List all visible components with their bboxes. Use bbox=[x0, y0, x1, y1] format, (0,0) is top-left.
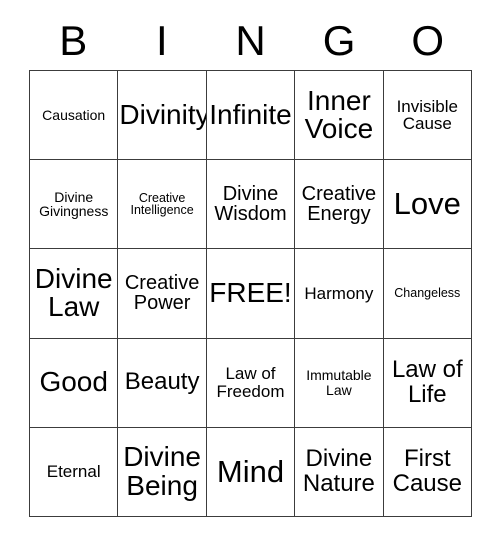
bingo-cell-label: Creative Energy bbox=[301, 182, 377, 226]
bingo-header-letter-b: B bbox=[59, 17, 88, 64]
bingo-cell-r5c1[interactable]: Eternal bbox=[30, 427, 119, 517]
bingo-cell-r3c4[interactable]: Harmony bbox=[295, 249, 384, 339]
bingo-cell-label: Inner Voice bbox=[304, 84, 374, 145]
bingo-cell-label: Causation bbox=[42, 106, 106, 123]
bingo-cell-r5c3[interactable]: Mind bbox=[206, 427, 296, 517]
bingo-cell-label: Divine Being bbox=[123, 441, 201, 501]
bingo-card: B I N G O Causation Divinity Infinite In… bbox=[0, 0, 500, 544]
bingo-cell-r2c1[interactable]: Divine Givingness bbox=[30, 160, 119, 250]
bingo-cell-label: Harmony bbox=[304, 283, 374, 303]
bingo-cell-label: Mind bbox=[216, 454, 285, 490]
bingo-cell-r4c2[interactable]: Beauty bbox=[118, 338, 207, 428]
bingo-cell-free-space[interactable]: FREE! bbox=[206, 249, 296, 339]
bingo-cell-r3c1[interactable]: Divine Law bbox=[30, 249, 119, 339]
bingo-cell-label: First Cause bbox=[392, 445, 462, 497]
bingo-cell-label: Beauty bbox=[124, 368, 200, 396]
bingo-cell-label: Law of Life bbox=[391, 356, 463, 408]
bingo-cell-r3c2[interactable]: Creative Power bbox=[118, 249, 207, 339]
bingo-header-row: B I N G O bbox=[29, 14, 472, 68]
bingo-grid: Causation Divinity Infinite Inner Voice … bbox=[29, 70, 472, 517]
bingo-cell-r1c3[interactable]: Infinite bbox=[206, 71, 296, 161]
bingo-cell-label: Creative Intelligence bbox=[130, 190, 194, 218]
bingo-cell-r5c5[interactable]: First Cause bbox=[383, 427, 472, 517]
bingo-cell-label: Creative Power bbox=[124, 272, 200, 315]
bingo-cell-label: Changeless bbox=[394, 286, 461, 301]
bingo-cell-label: Love bbox=[393, 186, 461, 222]
bingo-cell-r5c4[interactable]: Divine Nature bbox=[295, 427, 384, 517]
bingo-cell-label: Divine Givingness bbox=[39, 189, 109, 220]
bingo-cell-r2c3[interactable]: Divine Wisdom bbox=[206, 160, 296, 250]
bingo-header-letter-o: O bbox=[411, 17, 444, 64]
bingo-header-letter-g: G bbox=[322, 17, 356, 64]
bingo-cell-label: Infinite bbox=[209, 98, 292, 130]
bingo-cell-r4c5[interactable]: Law of Life bbox=[383, 338, 472, 428]
bingo-cell-label: Immutable Law bbox=[306, 367, 372, 398]
bingo-cell-label: Eternal bbox=[46, 462, 101, 482]
bingo-cell-r1c5[interactable]: Invisible Cause bbox=[383, 71, 472, 161]
bingo-cell-label: Law of Freedom bbox=[216, 364, 285, 401]
bingo-cell-r5c2[interactable]: Divine Being bbox=[118, 427, 207, 517]
bingo-cell-r4c4[interactable]: Immutable Law bbox=[295, 338, 384, 428]
bingo-header-letter-i: I bbox=[156, 17, 168, 64]
bingo-cell-label: FREE! bbox=[209, 277, 292, 309]
bingo-cell-label: Divine Nature bbox=[302, 445, 375, 497]
bingo-cell-r2c4[interactable]: Creative Energy bbox=[295, 160, 384, 250]
bingo-cell-label: Divine Law bbox=[34, 262, 113, 323]
bingo-cell-r4c1[interactable]: Good bbox=[30, 338, 119, 428]
bingo-cell-label: Invisible Cause bbox=[396, 96, 458, 134]
bingo-cell-r1c4[interactable]: Inner Voice bbox=[295, 71, 384, 161]
bingo-cell-r4c3[interactable]: Law of Freedom bbox=[206, 338, 296, 428]
bingo-cell-label: Divinity bbox=[119, 98, 207, 130]
bingo-cell-label: Good bbox=[39, 366, 108, 398]
bingo-cell-r1c1[interactable]: Causation bbox=[30, 71, 119, 161]
bingo-cell-label: Divine Wisdom bbox=[214, 182, 287, 226]
bingo-cell-r3c5[interactable]: Changeless bbox=[383, 249, 472, 339]
bingo-cell-r1c2[interactable]: Divinity bbox=[118, 71, 207, 161]
bingo-header-letter-n: N bbox=[235, 17, 266, 64]
bingo-cell-r2c5[interactable]: Love bbox=[383, 160, 472, 250]
bingo-cell-r2c2[interactable]: Creative Intelligence bbox=[118, 160, 207, 250]
